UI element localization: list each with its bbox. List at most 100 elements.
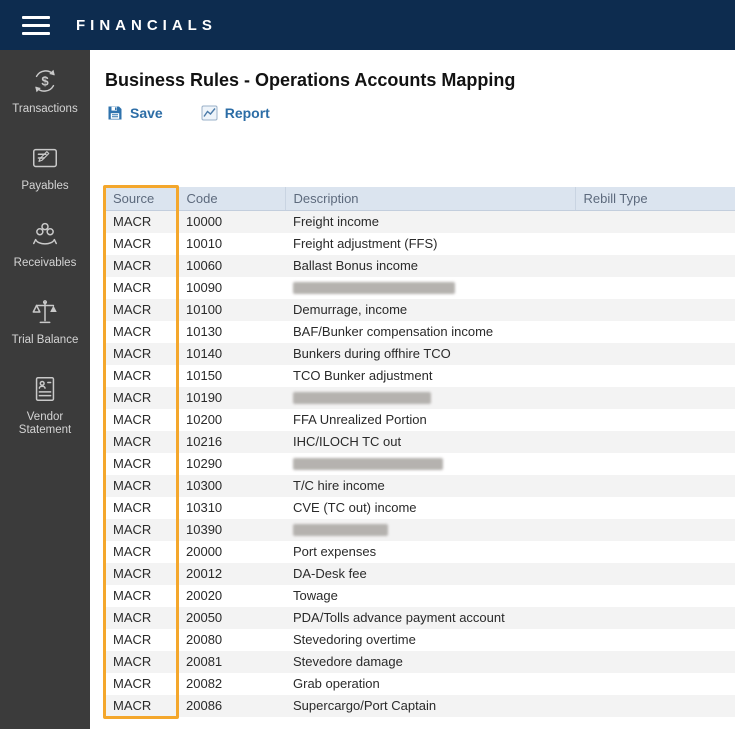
code-cell[interactable]: 10150	[178, 365, 285, 387]
description-cell[interactable]: Freight adjustment (FFS)	[285, 233, 575, 255]
hamburger-menu-icon[interactable]	[22, 15, 50, 35]
rebill-type-cell[interactable]	[575, 431, 735, 453]
source-cell[interactable]: MACR	[105, 519, 178, 541]
source-cell[interactable]: MACR	[105, 475, 178, 497]
description-cell[interactable]: Freight income	[285, 210, 575, 233]
rebill-type-cell[interactable]	[575, 343, 735, 365]
code-cell[interactable]: 10140	[178, 343, 285, 365]
table-row[interactable]: MACR 10090	[105, 276, 735, 299]
code-cell[interactable]: 20050	[178, 607, 285, 629]
description-cell[interactable]: PDA/Tolls advance payment account	[285, 607, 575, 629]
rebill-type-cell[interactable]	[575, 321, 735, 343]
description-cell[interactable]: Port expenses	[285, 541, 575, 563]
table-row[interactable]: MACR 10130 BAF/Bunker compensation income	[105, 320, 735, 343]
table-row[interactable]: MACR 10216 IHC/ILOCH TC out	[105, 430, 735, 453]
description-cell[interactable]: Supercargo/Port Captain	[285, 695, 575, 717]
source-cell[interactable]: MACR	[105, 387, 178, 409]
table-row[interactable]: MACR 10200 FFA Unrealized Portion	[105, 408, 735, 431]
rebill-type-cell[interactable]	[575, 277, 735, 299]
source-cell[interactable]: MACR	[105, 343, 178, 365]
code-cell[interactable]: 10310	[178, 497, 285, 519]
source-cell[interactable]: MACR	[105, 673, 178, 695]
table-row[interactable]: MACR 20000 Port expenses	[105, 540, 735, 563]
source-cell[interactable]: MACR	[105, 365, 178, 387]
description-cell[interactable]: Bunkers during offhire TCO	[285, 343, 575, 365]
table-row[interactable]: MACR 10290	[105, 452, 735, 475]
code-cell[interactable]: 20081	[178, 651, 285, 673]
code-cell[interactable]: 10090	[178, 277, 285, 299]
sidebar-item-vendor-statement[interactable]: Vendor Statement	[0, 374, 90, 437]
source-cell[interactable]: MACR	[105, 431, 178, 453]
sidebar-item-receivables[interactable]: Receivables	[0, 220, 90, 270]
source-cell[interactable]: MACR	[105, 255, 178, 277]
description-cell[interactable]: Demurrage, income	[285, 299, 575, 321]
code-cell[interactable]: 20082	[178, 673, 285, 695]
source-cell[interactable]: MACR	[105, 651, 178, 673]
code-cell[interactable]: 10300	[178, 475, 285, 497]
table-row[interactable]: MACR 20081 Stevedore damage	[105, 650, 735, 673]
table-row[interactable]: MACR 20082 Grab operation	[105, 672, 735, 695]
table-row[interactable]: MACR 10060 Ballast Bonus income	[105, 254, 735, 277]
source-cell[interactable]: MACR	[105, 409, 178, 431]
description-cell[interactable]: IHC/ILOCH TC out	[285, 431, 575, 453]
column-header-source[interactable]: Source	[105, 187, 179, 211]
table-row[interactable]: MACR 10300 T/C hire income	[105, 474, 735, 497]
rebill-type-cell[interactable]	[575, 475, 735, 497]
code-cell[interactable]: 10190	[178, 387, 285, 409]
table-row[interactable]: MACR 10000 Freight income	[105, 210, 735, 233]
source-cell[interactable]: MACR	[105, 277, 178, 299]
column-header-code[interactable]: Code	[178, 187, 286, 211]
table-row[interactable]: MACR 10150 TCO Bunker adjustment	[105, 364, 735, 387]
source-cell[interactable]: MACR	[105, 695, 178, 717]
rebill-type-cell[interactable]	[575, 541, 735, 563]
table-row[interactable]: MACR 10190	[105, 386, 735, 409]
source-cell[interactable]: MACR	[105, 541, 178, 563]
table-row[interactable]: MACR 10100 Demurrage, income	[105, 298, 735, 321]
sidebar-item-trial-balance[interactable]: Trial Balance	[0, 297, 90, 347]
table-row[interactable]: MACR 20086 Supercargo/Port Captain	[105, 694, 735, 717]
description-cell[interactable]	[285, 277, 575, 299]
description-cell[interactable]: T/C hire income	[285, 475, 575, 497]
code-cell[interactable]: 10216	[178, 431, 285, 453]
description-cell[interactable]: Stevedore damage	[285, 651, 575, 673]
source-cell[interactable]: MACR	[105, 321, 178, 343]
code-cell[interactable]: 10010	[178, 233, 285, 255]
code-cell[interactable]: 20020	[178, 585, 285, 607]
rebill-type-cell[interactable]	[575, 299, 735, 321]
rebill-type-cell[interactable]	[575, 255, 735, 277]
code-cell[interactable]: 10390	[178, 519, 285, 541]
table-row[interactable]: MACR 10140 Bunkers during offhire TCO	[105, 342, 735, 365]
rebill-type-cell[interactable]	[575, 607, 735, 629]
code-cell[interactable]: 20086	[178, 695, 285, 717]
source-cell[interactable]: MACR	[105, 453, 178, 475]
rebill-type-cell[interactable]	[575, 387, 735, 409]
description-cell[interactable]: FFA Unrealized Portion	[285, 409, 575, 431]
source-cell[interactable]: MACR	[105, 233, 178, 255]
rebill-type-cell[interactable]	[575, 585, 735, 607]
column-header-description[interactable]: Description	[285, 187, 576, 211]
description-cell[interactable]: Grab operation	[285, 673, 575, 695]
rebill-type-cell[interactable]	[575, 629, 735, 651]
table-row[interactable]: MACR 20050 PDA/Tolls advance payment accou…	[105, 606, 735, 629]
rebill-type-cell[interactable]	[575, 210, 735, 233]
code-cell[interactable]: 20080	[178, 629, 285, 651]
rebill-type-cell[interactable]	[575, 673, 735, 695]
source-cell[interactable]: MACR	[105, 585, 178, 607]
description-cell[interactable]: Stevedoring overtime	[285, 629, 575, 651]
description-cell[interactable]	[285, 519, 575, 541]
description-cell[interactable]: TCO Bunker adjustment	[285, 365, 575, 387]
save-button[interactable]: Save	[107, 105, 163, 121]
code-cell[interactable]: 10000	[178, 210, 285, 233]
column-header-rebill-type[interactable]: Rebill Type	[575, 187, 735, 211]
description-cell[interactable]	[285, 453, 575, 475]
description-cell[interactable]	[285, 387, 575, 409]
code-cell[interactable]: 10060	[178, 255, 285, 277]
source-cell[interactable]: MACR	[105, 210, 178, 233]
description-cell[interactable]: CVE (TC out) income	[285, 497, 575, 519]
rebill-type-cell[interactable]	[575, 409, 735, 431]
source-cell[interactable]: MACR	[105, 497, 178, 519]
table-row[interactable]: MACR 10310 CVE (TC out) income	[105, 496, 735, 519]
code-cell[interactable]: 10100	[178, 299, 285, 321]
code-cell[interactable]: 10200	[178, 409, 285, 431]
code-cell[interactable]: 20012	[178, 563, 285, 585]
